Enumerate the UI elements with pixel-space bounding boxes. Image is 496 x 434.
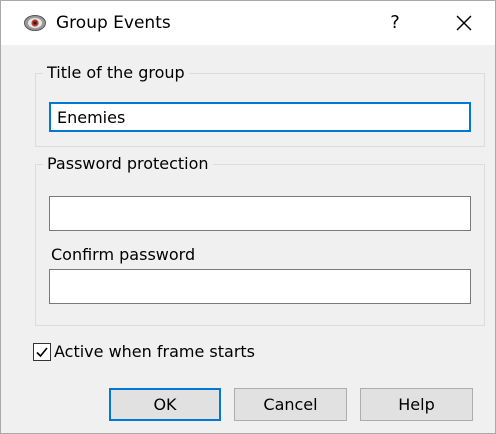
group-events-dialog: Group Events ? Title of the group Passwo…	[0, 0, 496, 434]
dialog-title: Group Events	[56, 13, 171, 33]
group-title-legend: Title of the group	[43, 63, 189, 83]
password-protection-legend: Password protection	[43, 154, 213, 174]
ok-button[interactable]: OK	[109, 388, 221, 421]
help-button[interactable]: Help	[360, 388, 473, 421]
confirm-password-input[interactable]	[49, 269, 471, 304]
password-input[interactable]	[49, 196, 471, 231]
checkbox-label: Active when frame starts	[54, 342, 256, 361]
context-help-button[interactable]: ?	[377, 7, 413, 39]
checkbox-box[interactable]	[33, 343, 51, 361]
cancel-button[interactable]: Cancel	[234, 388, 347, 421]
title-bar[interactable]: Group Events ?	[1, 1, 495, 45]
eye-icon	[23, 13, 47, 33]
checkmark-icon	[36, 347, 48, 358]
group-title-input[interactable]	[49, 102, 471, 132]
confirm-password-label: Confirm password	[51, 245, 196, 264]
close-button[interactable]	[437, 5, 491, 41]
close-icon	[456, 15, 472, 31]
